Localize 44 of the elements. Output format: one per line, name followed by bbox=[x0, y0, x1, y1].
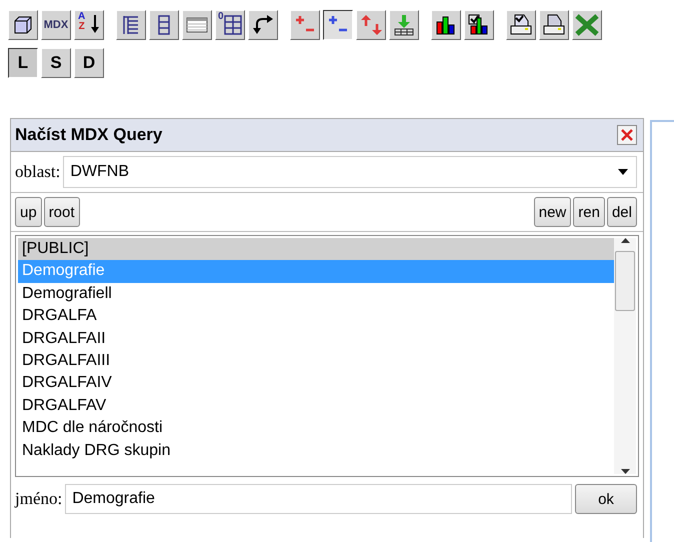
list-item[interactable]: MDC dle náročnosti bbox=[18, 417, 614, 440]
list-item[interactable]: DRGALFAII bbox=[18, 328, 614, 350]
area-dropdown[interactable]: DWFNB bbox=[63, 156, 637, 188]
list-item[interactable]: Demografiell bbox=[18, 282, 614, 306]
spreadsheet-icon bbox=[575, 14, 599, 36]
list-item[interactable]: DRGALFAIV bbox=[18, 372, 614, 395]
scroll-up-icon[interactable] bbox=[620, 238, 630, 243]
close-button[interactable] bbox=[617, 125, 637, 145]
scroll-thumb[interactable] bbox=[615, 251, 635, 311]
ok-button[interactable]: ok bbox=[575, 484, 637, 514]
zero-label: 0 bbox=[218, 11, 224, 22]
view-mode-button[interactable]: S bbox=[41, 48, 71, 78]
toolbar-button[interactable] bbox=[323, 10, 353, 40]
toolbar-button[interactable]: 0 bbox=[215, 10, 245, 40]
mdx-button[interactable]: MDX bbox=[41, 10, 71, 40]
sort-letters: A Z bbox=[78, 12, 86, 32]
scrollbar[interactable] bbox=[614, 238, 636, 474]
list-item[interactable]: DRGALFAV bbox=[18, 394, 614, 418]
field-label: oblast: bbox=[15, 162, 60, 182]
scroll-down-icon[interactable] bbox=[620, 469, 630, 474]
dropdown-arrow-icon bbox=[618, 169, 628, 175]
list-item[interactable]: DRGALFA bbox=[18, 305, 614, 328]
nav-button[interactable]: root bbox=[44, 197, 80, 227]
up-down-arrows-icon bbox=[359, 14, 383, 36]
action-button[interactable]: ren bbox=[573, 197, 605, 227]
field-label: jméno: bbox=[15, 489, 62, 509]
view-mode-button[interactable]: D bbox=[74, 48, 104, 78]
down-arrow-icon bbox=[91, 15, 99, 33]
list-item[interactable]: [PUBLIC] bbox=[18, 238, 614, 260]
action-button[interactable]: del bbox=[606, 197, 637, 227]
grid-icon bbox=[224, 15, 242, 35]
download-table-icon bbox=[392, 14, 416, 36]
printer-check-icon bbox=[509, 14, 533, 36]
curved-arrows-icon bbox=[251, 14, 275, 36]
printer-icon bbox=[542, 14, 566, 36]
close-icon bbox=[621, 129, 633, 141]
nav-button[interactable]: up bbox=[15, 197, 42, 227]
view-mode-button[interactable]: L bbox=[8, 48, 38, 78]
toolbar-button[interactable]: A Z bbox=[74, 10, 104, 40]
list-item[interactable]: DRGALFAIII bbox=[18, 350, 614, 372]
name-field[interactable]: Demografie bbox=[65, 484, 572, 514]
list-item[interactable]: Naklady DRG skupin bbox=[18, 440, 614, 462]
dialog-title: Načíst MDX Query bbox=[15, 125, 162, 145]
action-button[interactable]: new bbox=[534, 197, 572, 227]
